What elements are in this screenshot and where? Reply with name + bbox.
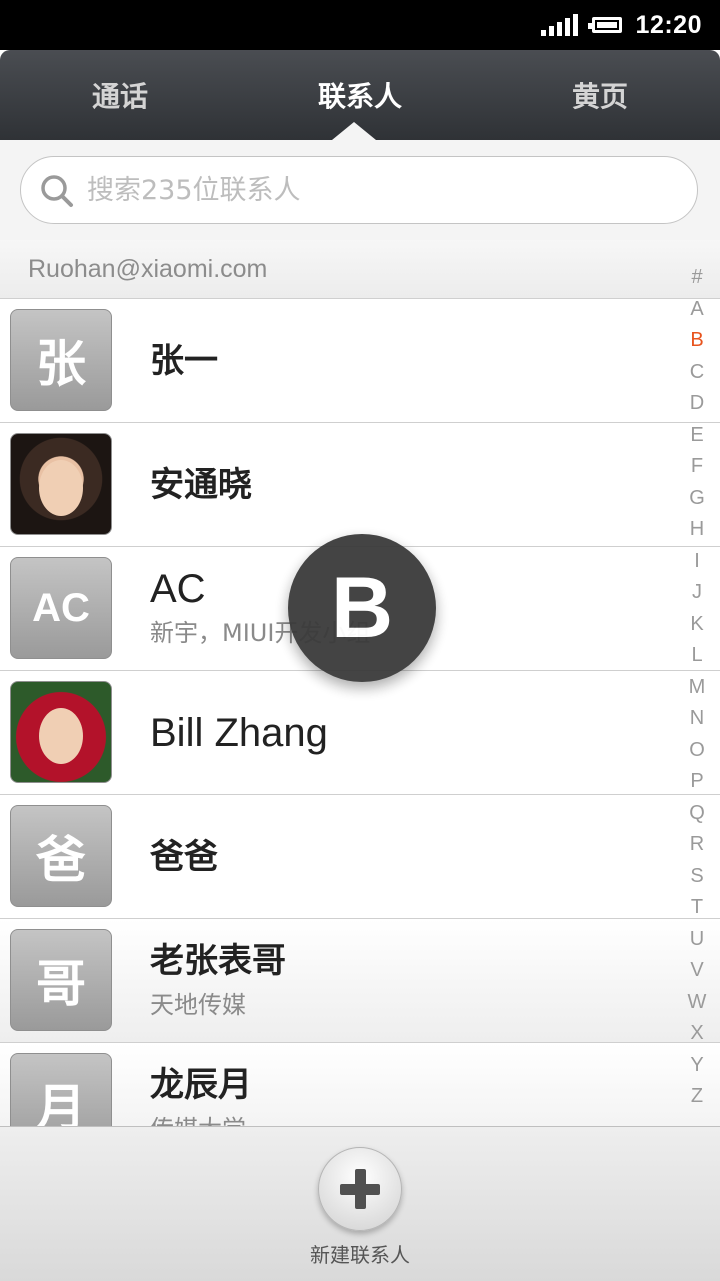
contact-name: 爸爸 (150, 837, 218, 877)
alphabet-index[interactable]: # A B C D E F G H I J K L M N O P Q R S T U V W X Y Z (674, 262, 720, 1113)
index-letter[interactable]: C (690, 357, 704, 389)
index-letter[interactable]: Y (690, 1050, 703, 1082)
status-time: 12:20 (635, 10, 702, 39)
account-header: Ruohan@xiaomi.com (0, 240, 720, 299)
photo-face (39, 460, 83, 516)
index-letter[interactable]: T (691, 892, 703, 924)
contact-name: 老张表哥 (150, 941, 286, 981)
index-letter[interactable]: X (690, 1018, 703, 1050)
index-letter[interactable]: H (690, 514, 704, 546)
index-letter[interactable]: I (694, 546, 700, 578)
index-letter-overlay: B (288, 534, 436, 682)
contact-list[interactable]: 张 张一 安通晓 AC AC 新宇，MIUI开发小组 Bill Zhang 爸 … (0, 299, 720, 1126)
index-letter[interactable]: N (690, 703, 704, 735)
avatar: AC (10, 557, 112, 659)
contact-row[interactable]: 月 龙辰月 传媒大学 (0, 1043, 720, 1126)
add-contact-button[interactable] (318, 1147, 402, 1231)
index-letter[interactable]: V (690, 955, 703, 987)
tab-yellow-pages[interactable]: 黄页 (480, 50, 720, 140)
index-letter[interactable]: O (689, 735, 705, 767)
index-letter[interactable]: G (689, 483, 705, 515)
signal-icon (540, 14, 578, 36)
search-icon (41, 175, 73, 207)
index-letter[interactable]: F (691, 451, 703, 483)
search-placeholder: 搜索235位联系人 (87, 175, 301, 206)
index-letter[interactable]: E (690, 420, 703, 452)
avatar (10, 681, 112, 783)
avatar (10, 433, 112, 535)
bottom-bar: 新建联系人 (0, 1126, 720, 1281)
contact-name: 安通晓 (150, 465, 252, 505)
avatar: 张 (10, 309, 112, 411)
index-letter[interactable]: D (690, 388, 704, 420)
search-input[interactable]: 搜索235位联系人 (20, 156, 698, 224)
index-letter[interactable]: B (690, 325, 703, 357)
index-letter[interactable]: S (690, 861, 703, 893)
avatar: 爸 (10, 805, 112, 907)
contact-row[interactable]: 安通晓 (0, 423, 720, 547)
index-letter[interactable]: R (690, 829, 704, 861)
account-email: Ruohan@xiaomi.com (28, 255, 268, 283)
index-letter[interactable]: Z (691, 1081, 703, 1113)
status-bar: 12:20 (0, 0, 720, 50)
index-letter[interactable]: P (690, 766, 703, 798)
contact-row[interactable]: 哥 老张表哥 天地传媒 (0, 919, 720, 1043)
index-letter[interactable]: U (690, 924, 704, 956)
index-letter[interactable]: K (690, 609, 703, 641)
contact-row[interactable]: 爸 爸爸 (0, 795, 720, 919)
contact-name: Bill Zhang (150, 711, 328, 755)
contact-subtitle: 传媒大学 (150, 1111, 246, 1126)
contact-name: AC (150, 567, 206, 611)
avatar: 哥 (10, 929, 112, 1031)
tab-calls[interactable]: 通话 (0, 50, 240, 140)
photo-face (39, 708, 83, 764)
index-letter[interactable]: J (692, 577, 702, 609)
contact-subtitle: 天地传媒 (150, 991, 246, 1019)
contact-name: 张一 (150, 341, 218, 381)
plus-icon-vertical (355, 1169, 366, 1209)
contact-row[interactable]: 张 张一 (0, 299, 720, 423)
index-letter[interactable]: Q (689, 798, 705, 830)
index-letter[interactable]: M (689, 672, 706, 704)
contact-row[interactable]: Bill Zhang (0, 671, 720, 795)
index-letter[interactable]: # (691, 262, 702, 294)
active-tab-pointer (332, 122, 376, 140)
index-letter[interactable]: L (691, 640, 702, 672)
contact-name: 龙辰月 (150, 1065, 252, 1105)
avatar: 月 (10, 1053, 112, 1126)
search-area: 搜索235位联系人 (0, 140, 720, 241)
add-contact-label: 新建联系人 (310, 1243, 410, 1267)
battery-icon (587, 17, 622, 33)
index-letter[interactable]: W (688, 987, 707, 1019)
index-letter[interactable]: A (690, 294, 703, 326)
